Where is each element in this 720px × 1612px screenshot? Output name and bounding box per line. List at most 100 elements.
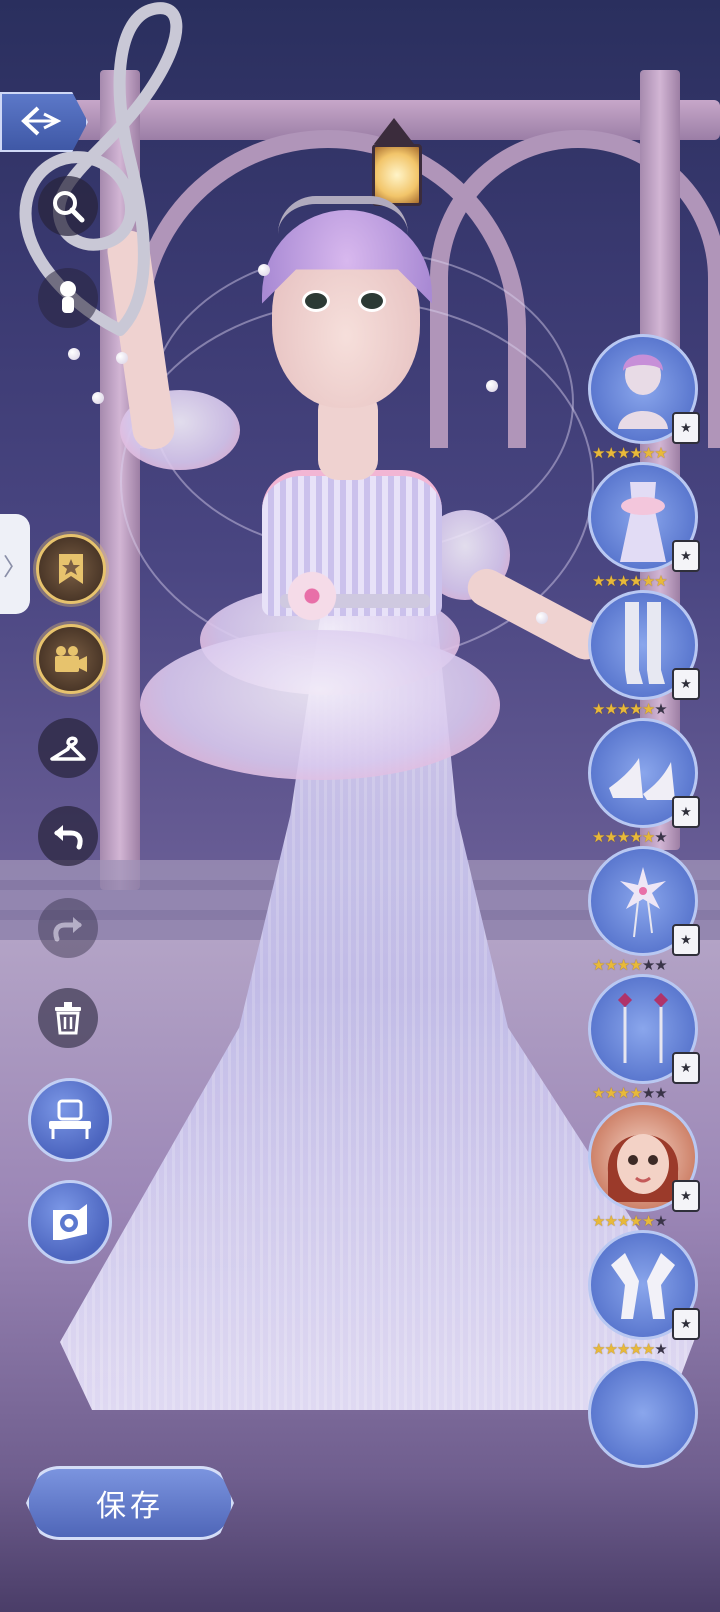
- item-badge: ★: [672, 796, 700, 828]
- star-filled-icon: ★: [592, 1084, 605, 1102]
- item-dress[interactable]: ★ ★★★★★★: [588, 462, 700, 590]
- star-filled-icon: ★: [641, 700, 655, 718]
- item-badge: ★: [672, 540, 700, 572]
- item-star-rating: ★★★★★★: [592, 1340, 704, 1358]
- star-filled-icon: ★: [629, 444, 642, 462]
- pearl: [116, 352, 128, 364]
- item-star-rating: ★★★★★★: [592, 572, 704, 590]
- back-button[interactable]: [0, 92, 88, 152]
- vanity-table-icon: [49, 1099, 91, 1139]
- star-empty-icon: ★: [641, 956, 655, 974]
- item-hair[interactable]: ★ ★★★★★★: [588, 334, 700, 462]
- star-filled-icon: ★: [592, 444, 605, 462]
- zoom-button[interactable]: [38, 176, 98, 236]
- item-badge: ★: [672, 1180, 700, 1212]
- star-filled-icon: ★: [629, 1340, 642, 1358]
- star-filled-icon: ★: [641, 444, 655, 462]
- item-star-rating: ★★★★★★: [592, 1212, 704, 1230]
- item-star-rating: ★★★★★★: [592, 444, 704, 462]
- item-shoes[interactable]: ★ ★★★★★★: [588, 718, 700, 846]
- star-filled-icon: ★: [604, 828, 617, 846]
- star-filled-icon: ★: [592, 700, 605, 718]
- item-badge: ★: [672, 1308, 700, 1340]
- trash-icon: [55, 1002, 81, 1035]
- wardrobe-button[interactable]: [38, 718, 98, 778]
- star-filled-icon: ★: [629, 1212, 642, 1230]
- star-filled-icon: ★: [629, 828, 642, 846]
- star-filled-icon: ★: [654, 572, 667, 590]
- star-filled-icon: ★: [629, 1084, 642, 1102]
- star-filled-icon: ★: [616, 1212, 630, 1230]
- save-button[interactable]: 保存: [26, 1466, 234, 1540]
- item-earrings[interactable]: ★ ★★★★★★: [588, 974, 700, 1102]
- star-filled-icon: ★: [592, 1340, 605, 1358]
- gown-ruffle: [140, 630, 500, 780]
- pearl: [486, 380, 498, 392]
- hanger-icon: [50, 736, 86, 761]
- magnify-icon: [53, 191, 85, 223]
- video-camera-icon: [55, 646, 87, 672]
- star-filled-icon: ★: [592, 956, 605, 974]
- star-filled-icon: ★: [641, 1340, 655, 1358]
- belt-flower: [284, 568, 340, 624]
- delete-button[interactable]: [38, 988, 98, 1048]
- record-video-button[interactable]: [36, 624, 106, 694]
- pearl: [258, 264, 270, 276]
- star-empty-icon: ★: [654, 1340, 667, 1358]
- item-badge: ★: [672, 412, 700, 444]
- favorite-button[interactable]: [36, 534, 106, 604]
- star-empty-icon: ★: [654, 1084, 667, 1102]
- star-empty-icon: ★: [654, 828, 667, 846]
- star-filled-icon: ★: [616, 956, 630, 974]
- pose-button[interactable]: [38, 268, 98, 328]
- star-filled-icon: ★: [616, 1340, 630, 1358]
- star-filled-icon: ★: [604, 1084, 617, 1102]
- eye: [302, 290, 330, 312]
- star-filled-icon: ★: [654, 444, 667, 462]
- star-filled-icon: ★: [604, 444, 617, 462]
- item-badge: ★: [672, 924, 700, 956]
- item-star-rating: ★★★★★★: [592, 700, 704, 718]
- item-hair-accessory[interactable]: ★ ★★★★★★: [588, 846, 700, 974]
- chevron-right-icon: 〉: [3, 552, 27, 581]
- star-filled-icon: ★: [616, 700, 630, 718]
- star-filled-icon: ★: [604, 956, 617, 974]
- star-filled-icon: ★: [616, 444, 630, 462]
- redo-icon: [53, 917, 82, 942]
- star-filled-icon: ★: [629, 956, 642, 974]
- star-filled-icon: ★: [629, 700, 642, 718]
- item-star-rating: ★★★★★★: [592, 828, 704, 846]
- star-bookmark-icon: [59, 554, 83, 584]
- star-filled-icon: ★: [592, 1212, 605, 1230]
- undo-button[interactable]: [38, 806, 98, 866]
- star-filled-icon: ★: [604, 572, 617, 590]
- side-drawer-tab[interactable]: 〉: [0, 514, 30, 614]
- equipped-items-list[interactable]: ★ ★★★★★★ ★ ★★★★★★ ★ ★★★★★★ ★ ★★★★★★ ★ ★★…: [580, 322, 720, 1612]
- item-gloves[interactable]: ★ ★★★★★★: [588, 1230, 700, 1358]
- pearl: [536, 612, 548, 624]
- star-filled-icon: ★: [616, 1084, 630, 1102]
- item-star-rating: ★★★★★★: [592, 956, 704, 974]
- star-filled-icon: ★: [616, 572, 630, 590]
- item-partial[interactable]: [588, 1358, 698, 1486]
- redo-button[interactable]: [38, 898, 98, 958]
- tiara: [278, 196, 408, 234]
- save-label: 保存: [96, 1489, 164, 1524]
- eye: [358, 290, 386, 312]
- vanity-button[interactable]: [28, 1078, 112, 1162]
- star-filled-icon: ★: [604, 700, 617, 718]
- treble-clef-ornament: [19, 2, 183, 336]
- camera-icon: [53, 1204, 87, 1240]
- item-socks[interactable]: ★ ★★★★★★: [588, 590, 700, 718]
- item-badge: ★: [672, 1052, 700, 1084]
- star-filled-icon: ★: [641, 572, 655, 590]
- photo-button[interactable]: [28, 1180, 112, 1264]
- star-filled-icon: ★: [641, 828, 655, 846]
- back-arrow-icon: [21, 106, 62, 136]
- item-makeup[interactable]: ★ ★★★★★★: [588, 1102, 700, 1230]
- star-filled-icon: ★: [592, 828, 605, 846]
- star-empty-icon: ★: [654, 700, 667, 718]
- star-filled-icon: ★: [592, 572, 605, 590]
- star-filled-icon: ★: [604, 1340, 617, 1358]
- star-filled-icon: ★: [616, 828, 630, 846]
